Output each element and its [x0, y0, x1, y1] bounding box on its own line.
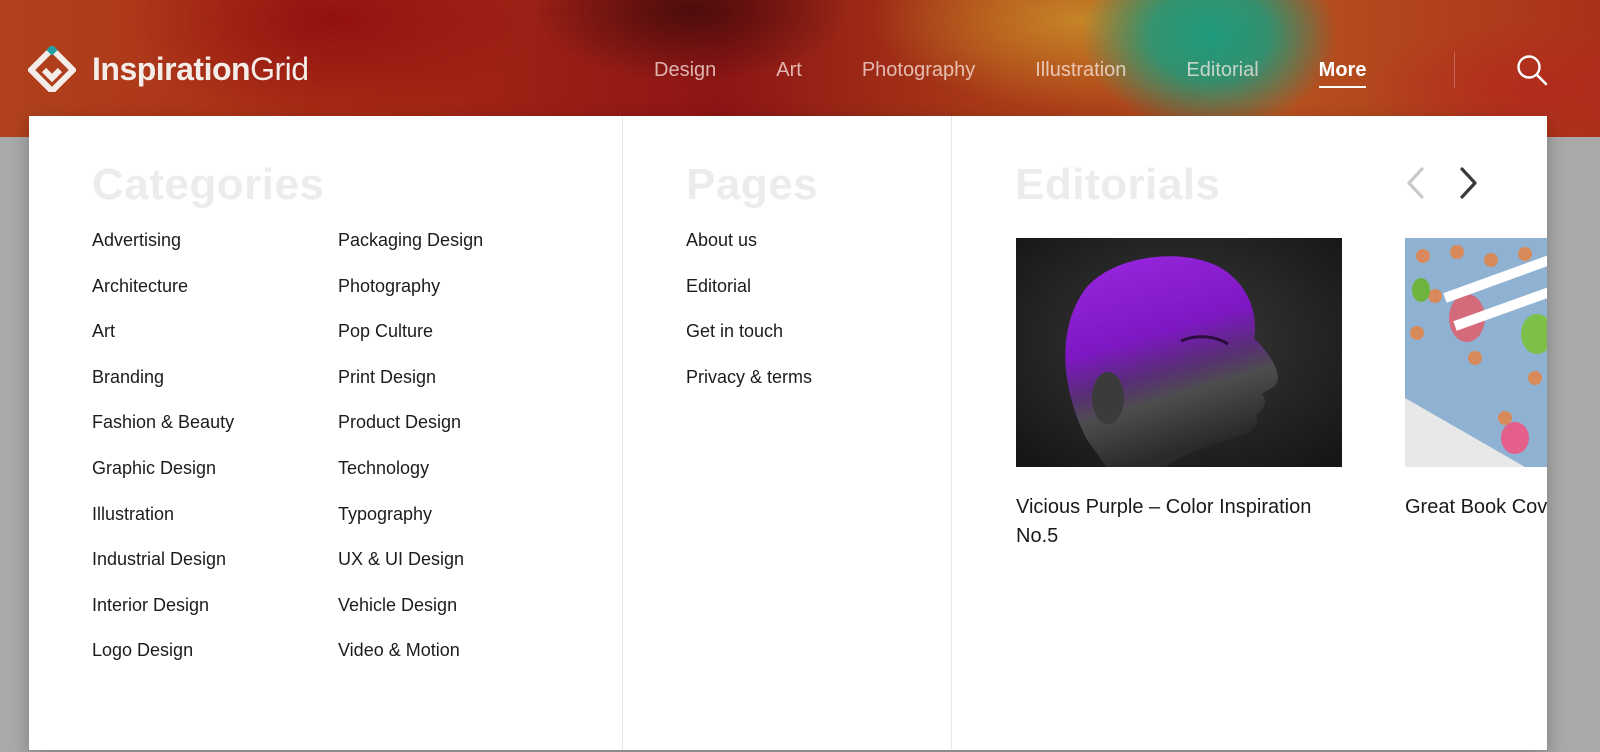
brand-logo[interactable]: InspirationGrid	[28, 46, 309, 92]
categories-list-col2: Packaging Design Photography Pop Culture…	[338, 229, 483, 685]
editorial-thumbnail	[1405, 238, 1547, 467]
page-link-contact[interactable]: Get in touch	[686, 320, 812, 366]
category-link[interactable]: Typography	[338, 503, 483, 549]
category-link[interactable]: Branding	[92, 366, 234, 412]
category-link[interactable]: Interior Design	[92, 594, 234, 640]
editorial-card[interactable]: Great Book Covers: Bookcase No.5	[1405, 238, 1547, 522]
diamond-logo-icon	[28, 46, 76, 92]
main-nav: Design Art Photography Illustration Edit…	[654, 55, 1426, 88]
category-link[interactable]: Fashion & Beauty	[92, 411, 234, 457]
nav-item-photography[interactable]: Photography	[862, 59, 975, 82]
page-link-privacy[interactable]: Privacy & terms	[686, 366, 812, 412]
category-link[interactable]: Video & Motion	[338, 639, 483, 685]
category-link[interactable]: Photography	[338, 275, 483, 321]
editorial-card-title: Vicious Purple – Color Inspiration No.5	[1016, 496, 1312, 547]
category-link[interactable]: Illustration	[92, 503, 234, 549]
editorial-card-title: Great Book Covers: Bookcase No.5	[1405, 496, 1547, 518]
category-link[interactable]: Logo Design	[92, 639, 234, 685]
categories-list-col1: Advertising Architecture Art Branding Fa…	[92, 229, 234, 685]
menu-divider	[622, 116, 623, 750]
brand-name: InspirationGrid	[92, 50, 309, 87]
nav-item-editorial[interactable]: Editorial	[1186, 59, 1258, 82]
nav-item-art[interactable]: Art	[776, 59, 802, 82]
editorials-heading: Editorials	[1015, 160, 1221, 209]
nav-item-more[interactable]: More	[1318, 59, 1366, 88]
category-link[interactable]: Vehicle Design	[338, 594, 483, 640]
category-link[interactable]: Pop Culture	[338, 320, 483, 366]
nav-item-illustration[interactable]: Illustration	[1035, 59, 1126, 82]
purple-face-image	[1016, 238, 1342, 467]
category-link[interactable]: Packaging Design	[338, 229, 483, 275]
page-link-editorial[interactable]: Editorial	[686, 275, 812, 321]
nav-item-design[interactable]: Design	[654, 59, 716, 82]
category-link[interactable]: Product Design	[338, 411, 483, 457]
category-link[interactable]: UX & UI Design	[338, 548, 483, 594]
chevron-left-icon[interactable]	[1402, 166, 1430, 200]
book-cover-image	[1405, 238, 1547, 467]
category-link[interactable]: Print Design	[338, 366, 483, 412]
pages-heading: Pages	[686, 160, 819, 209]
menu-divider	[951, 116, 952, 750]
categories-heading: Categories	[92, 160, 325, 209]
category-link[interactable]: Technology	[338, 457, 483, 503]
editorial-thumbnail	[1016, 238, 1342, 467]
category-link[interactable]: Art	[92, 320, 234, 366]
search-icon[interactable]	[1516, 54, 1548, 86]
pages-list: About us Editorial Get in touch Privacy …	[686, 229, 812, 411]
nav-divider	[1454, 52, 1455, 88]
mega-menu: Categories Advertising Architecture Art …	[29, 116, 1547, 750]
category-link[interactable]: Industrial Design	[92, 548, 234, 594]
category-link[interactable]: Advertising	[92, 229, 234, 275]
chevron-right-icon[interactable]	[1454, 166, 1482, 200]
category-link[interactable]: Graphic Design	[92, 457, 234, 503]
editorial-card[interactable]: Vicious Purple – Color Inspiration No.5	[1016, 238, 1342, 551]
page-link-about[interactable]: About us	[686, 229, 812, 275]
category-link[interactable]: Architecture	[92, 275, 234, 321]
